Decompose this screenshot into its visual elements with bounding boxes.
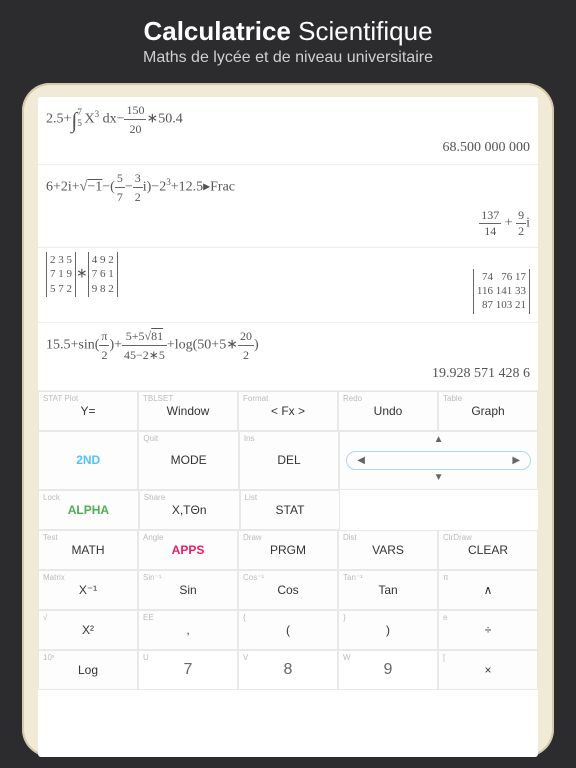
key-y-equals[interactable]: STAT PlotY= (38, 391, 138, 431)
history-result: 68.500 000 000 (46, 138, 530, 160)
key-alpha[interactable]: LockALPHA (38, 490, 139, 530)
subtitle: Maths de lycée et de niveau universitair… (0, 49, 576, 67)
key-lparen[interactable]: {( (238, 610, 338, 650)
history-row[interactable]: 6+2i+√−1−(57−32i)−23+12.5▸Frac 13714 + 9… (38, 165, 538, 248)
key-log[interactable]: 10ˣLog (38, 650, 138, 690)
tablet-frame: 2.5+7∫5 X3 dx−15020∗50.4 68.500 000 000 … (22, 83, 554, 757)
history-row[interactable]: 2 3 57 1 95 7 2∗4 9 27 6 19 8 2 74 76 17… (38, 248, 538, 323)
key-window[interactable]: TBLSETWindow (138, 391, 238, 431)
history-row[interactable]: 15.5+sin(π2)+5+5√8145−2∗5+log(50+5∗202) … (38, 323, 538, 391)
dpad-down-button[interactable]: ▼ (340, 470, 537, 489)
title: Calculatrice Scientifique (0, 16, 576, 47)
calculator-screen: 2.5+7∫5 X3 dx−15020∗50.4 68.500 000 000 … (38, 97, 538, 757)
key-multiply[interactable]: [× (438, 650, 538, 690)
calc-history: 2.5+7∫5 X3 dx−15020∗50.4 68.500 000 000 … (38, 97, 538, 391)
key-2nd[interactable]: 2ND (38, 431, 138, 490)
key-vars[interactable]: DistVARS (338, 530, 438, 570)
key-xtn[interactable]: ShareX,TΘn (139, 490, 240, 530)
marketing-header: Calculatrice Scientifique Maths de lycée… (0, 0, 576, 79)
key-sin[interactable]: Sin⁻¹Sin (138, 570, 238, 610)
key-divide[interactable]: e÷ (438, 610, 538, 650)
dpad-right-button[interactable]: ▶ (512, 455, 520, 466)
key-x-inverse[interactable]: MatrixX⁻¹ (38, 570, 138, 610)
key-rparen[interactable]: }) (338, 610, 438, 650)
history-result: 13714 + 92i (46, 206, 530, 243)
key-x-squared[interactable]: √X² (38, 610, 138, 650)
key-prgm[interactable]: DrawPRGM (238, 530, 338, 570)
key-del[interactable]: InsDEL (239, 431, 339, 490)
key-cos[interactable]: Cos⁻¹Cos (238, 570, 338, 610)
key-apps[interactable]: AngleAPPS (138, 530, 238, 570)
key-clear[interactable]: ClrDrawCLEAR (438, 530, 538, 570)
key-undo[interactable]: RedoUndo (338, 391, 438, 431)
key-fx[interactable]: Format< Fx > (238, 391, 338, 431)
key-8[interactable]: V8 (238, 650, 338, 690)
key-9[interactable]: W9 (338, 650, 438, 690)
history-result: 19.928 571 428 6 (46, 364, 530, 386)
key-tan[interactable]: Tan⁻¹Tan (338, 570, 438, 610)
key-power[interactable]: π∧ (438, 570, 538, 610)
key-comma[interactable]: EE, (138, 610, 238, 650)
key-graph[interactable]: TableGraph (438, 391, 538, 431)
key-math[interactable]: TestMATH (38, 530, 138, 570)
keypad: STAT PlotY= TBLSETWindow Format< Fx > Re… (38, 391, 538, 690)
history-result: 74 76 17116 141 33 87 103 21 (46, 267, 530, 318)
dpad-left-button[interactable]: ◀ (357, 455, 365, 466)
key-stat[interactable]: ListSTAT (240, 490, 341, 530)
history-row[interactable]: 2.5+7∫5 X3 dx−15020∗50.4 68.500 000 000 (38, 97, 538, 165)
key-mode[interactable]: QuitMODE (138, 431, 238, 490)
key-7[interactable]: U7 (138, 650, 238, 690)
direction-pad: ▲ ◀ ▶ ▼ (339, 431, 538, 490)
dpad-up-button[interactable]: ▲ (340, 432, 537, 451)
